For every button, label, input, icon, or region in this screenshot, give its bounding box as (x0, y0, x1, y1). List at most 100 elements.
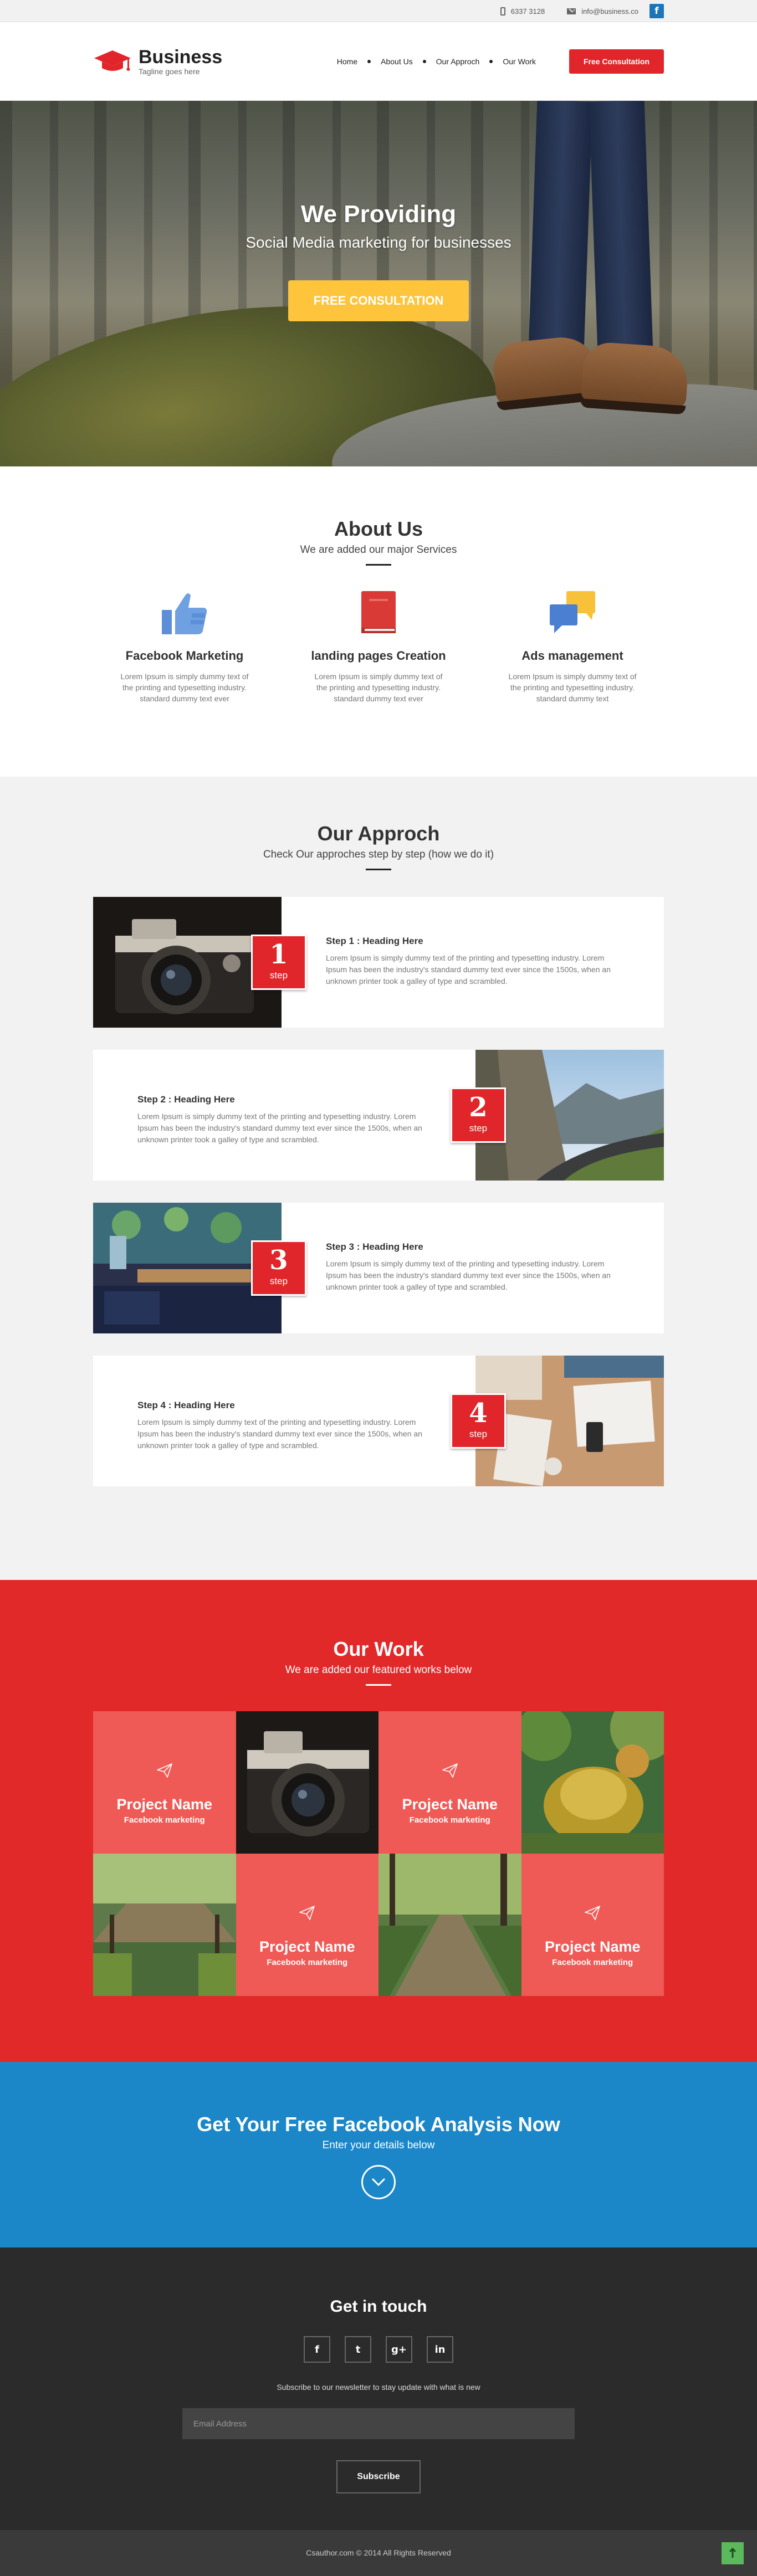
features-list: Facebook Marketing Lorem Ipsum is simply… (0, 587, 757, 704)
paper-plane-icon (156, 1763, 172, 1778)
step-heading: Step 3 : Heading Here (326, 1241, 423, 1252)
hero-banner: We Providing Social Media marketing for … (0, 101, 757, 466)
cta-title: Get Your Free Facebook Analysis Now (197, 2113, 560, 2136)
step-text: Lorem Ipsum is simply dummy text of the … (326, 953, 611, 986)
hero-consultation-button[interactable]: FREE CONSULTATION (288, 280, 469, 321)
project-tile[interactable]: Project Name Facebook marketing (236, 1854, 378, 1996)
project-name: Project Name (544, 1938, 641, 1955)
email-address[interactable]: info@business.co (581, 7, 638, 16)
project-name: Project Name (402, 1796, 498, 1813)
project-name: Project Name (259, 1938, 355, 1955)
title-divider (366, 564, 391, 566)
feature-text: Lorem Ipsum is simply dummy text of the … (314, 672, 443, 703)
hero-subtitle: Social Media marketing for businesses (245, 234, 512, 251)
project-name: Project Name (116, 1796, 213, 1813)
phone-info: 6337 3128 (500, 7, 545, 16)
google-plus-icon[interactable]: g+ (386, 2336, 412, 2363)
step-label: step (269, 1276, 288, 1286)
step-text: Lorem Ipsum is simply dummy text of the … (137, 1112, 422, 1144)
step-badge: 1 step (251, 935, 306, 990)
feature-title: Facebook Marketing (125, 649, 244, 663)
twitter-icon[interactable]: t (345, 2336, 371, 2363)
nav-our-approch[interactable]: Our Approch (436, 57, 480, 66)
project-camera-image[interactable] (236, 1711, 378, 1854)
step-badge: 2 step (451, 1087, 506, 1143)
approach-section: Our Approch Check Our approches step by … (0, 777, 757, 1580)
paper-plane-icon (442, 1763, 458, 1778)
nav-about-us[interactable]: About Us (381, 57, 413, 66)
brand-name: Business (139, 47, 223, 68)
step-number: 2 (469, 1092, 488, 1123)
email-input[interactable] (182, 2408, 575, 2439)
project-tile[interactable]: Project Name Facebook marketing (378, 1711, 521, 1854)
chevron-down-icon[interactable] (361, 2165, 396, 2199)
nav-separator (489, 60, 493, 63)
step-label: step (469, 1123, 488, 1133)
step-card: 3 step Step 3 : Heading Here Lorem Ipsum… (93, 1203, 664, 1333)
footer: Csauthor.com © 2014 All Rights Reserved (0, 2530, 757, 2576)
feature-title: Ads management (521, 649, 623, 663)
email-info[interactable]: info@business.co (567, 7, 638, 16)
phone-icon (500, 7, 505, 16)
project-category: Facebook marketing (267, 1958, 348, 1967)
nav-home[interactable]: Home (337, 57, 357, 66)
project-haystack-image[interactable] (521, 1711, 664, 1854)
linkedin-icon[interactable]: in (427, 2336, 453, 2363)
step-label: step (269, 970, 288, 981)
paper-plane-icon (585, 1906, 601, 1920)
step-badge: 3 step (251, 1240, 306, 1296)
phone-number: 6337 3128 (510, 7, 545, 16)
logo[interactable]: Business Tagline goes here (93, 47, 222, 76)
title-divider (366, 1684, 391, 1686)
graduation-cap-icon (94, 50, 131, 71)
nav-separator (422, 60, 426, 63)
mail-icon (567, 8, 576, 14)
work-section: Our Work We are added our featured works… (0, 1580, 757, 2062)
project-forest-path-image[interactable] (378, 1854, 521, 1996)
book-icon (361, 591, 396, 633)
step-heading: Step 4 : Heading Here (137, 1400, 235, 1410)
project-category: Facebook marketing (552, 1958, 633, 1967)
step-text: Lorem Ipsum is simply dummy text of the … (326, 1259, 611, 1291)
main-nav: Home About Us Our Approch Our Work Free … (337, 49, 664, 74)
project-tile[interactable]: Project Name Facebook marketing (521, 1854, 664, 1996)
nav-separator (367, 60, 371, 63)
chat-bubbles-icon (550, 591, 595, 633)
approach-subtitle: Check Our approches step by step (how we… (263, 849, 494, 860)
step-label: step (469, 1429, 488, 1439)
about-subtitle: We are added our major Services (300, 544, 457, 556)
project-pier-image[interactable] (93, 1854, 236, 1996)
feature-item: Facebook Marketing Lorem Ipsum is simply… (88, 587, 282, 704)
feature-text: Lorem Ipsum is simply dummy text of the … (508, 672, 637, 703)
copyright-text: Csauthor.com © 2014 All Rights Reserved (306, 2548, 451, 2557)
title-divider (366, 869, 391, 870)
feature-text: Lorem Ipsum is simply dummy text of the … (120, 672, 249, 703)
project-category: Facebook marketing (124, 1815, 205, 1825)
top-bar: 6337 3128 info@business.co f (0, 0, 757, 22)
approach-title: Our Approch (317, 822, 440, 845)
contact-title: Get in touch (330, 2297, 427, 2316)
hero-content: We Providing Social Media marketing for … (0, 201, 757, 321)
free-consultation-button[interactable]: Free Consultation (569, 49, 664, 74)
feature-item: Ads management Lorem Ipsum is simply dum… (475, 587, 669, 704)
step-number: 1 (269, 939, 288, 970)
facebook-icon[interactable]: f (304, 2336, 330, 2363)
step-card: 1 step Step 1 : Heading Here Lorem Ipsum… (93, 897, 664, 1028)
thumbs-up-icon (162, 593, 207, 634)
subscribe-button[interactable]: Subscribe (336, 2460, 421, 2493)
paper-plane-icon (299, 1906, 315, 1920)
work-title: Our Work (333, 1638, 424, 1660)
newsletter-note: Subscribe to our newsletter to stay upda… (277, 2383, 480, 2392)
feature-title: landing pages Creation (311, 649, 446, 663)
facebook-icon[interactable]: f (649, 4, 664, 18)
back-to-top-button[interactable] (722, 2542, 744, 2564)
project-category: Facebook marketing (409, 1815, 490, 1825)
about-section: About Us We are added our major Services… (0, 466, 757, 777)
social-links: f t g+ in (0, 2336, 757, 2363)
nav-our-work[interactable]: Our Work (503, 57, 536, 66)
project-tile[interactable]: Project Name Facebook marketing (93, 1711, 236, 1854)
portfolio-grid: Project Name Facebook marketing Project … (93, 1711, 664, 1996)
about-title: About Us (334, 517, 423, 540)
brand-tagline: Tagline goes here (139, 67, 200, 76)
step-card: Step 4 : Heading Here Lorem Ipsum is sim… (93, 1356, 664, 1486)
